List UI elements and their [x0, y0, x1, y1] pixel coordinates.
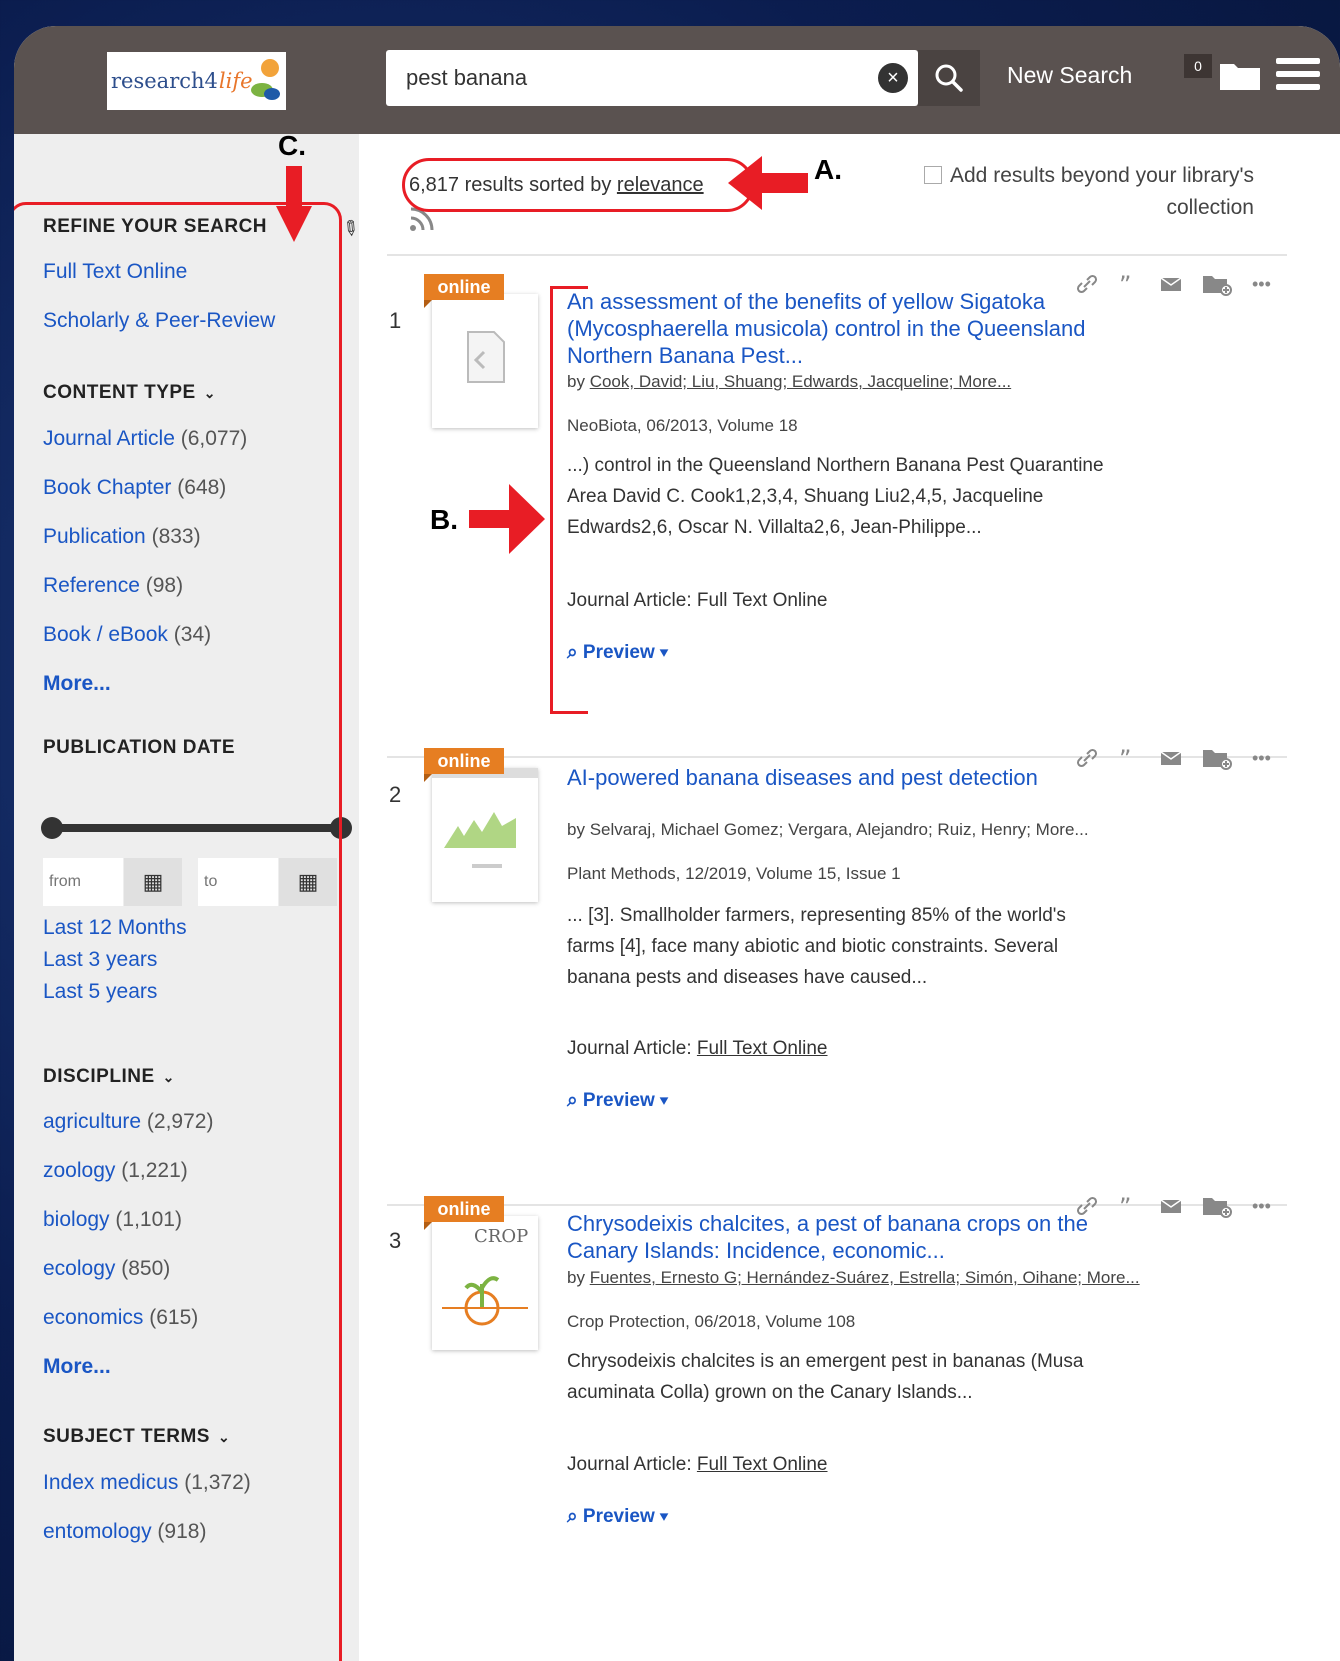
- result-title-link[interactable]: An assessment of the benefits of yellow …: [567, 288, 1107, 369]
- add-beyond-checkbox[interactable]: [924, 166, 942, 184]
- online-badge: online: [424, 748, 504, 782]
- access-link[interactable]: Full Text Online: [697, 1454, 828, 1475]
- search-input[interactable]: [386, 50, 878, 106]
- doctype-label: Journal Article:: [567, 1454, 692, 1475]
- authors-prefix: by: [567, 820, 585, 839]
- annotation-b-arrow-icon: [469, 484, 545, 554]
- annotation-a-arrow-icon: [728, 156, 808, 210]
- preview-label: Preview: [582, 642, 655, 663]
- access-label: Full Text Online: [696, 590, 828, 611]
- app-window: research4life × New Search 0: [14, 26, 1340, 1661]
- search-icon: [935, 64, 963, 92]
- clear-search-icon[interactable]: ×: [878, 63, 908, 93]
- add-beyond-label: Add results beyond your library's collec…: [950, 164, 1254, 219]
- annotation-c-box: [14, 202, 342, 1661]
- result-snippet: ...) control in the Queensland Northern …: [567, 455, 1104, 538]
- top-bar: research4life × New Search 0: [14, 26, 1340, 134]
- more-options-icon[interactable]: •••: [1252, 1196, 1271, 1217]
- save-to-folder-icon[interactable]: [1202, 746, 1232, 770]
- result-snippet: ... [3]. Smallholder farmers, representi…: [567, 905, 1066, 988]
- logo-mark-icon: [251, 59, 280, 100]
- result-doctype: Journal Article: Full Text Online: [567, 1038, 828, 1060]
- search-button[interactable]: [918, 50, 980, 106]
- result-rank: 2: [389, 782, 402, 807]
- crop-protection-cover-icon: CROP: [442, 1226, 528, 1326]
- annotation-a-label: A.: [814, 154, 842, 185]
- access-link[interactable]: Full Text Online: [697, 1038, 828, 1059]
- logo-text: research4: [111, 69, 218, 93]
- save-to-folder-icon[interactable]: [1202, 1194, 1232, 1218]
- result-thumbnail[interactable]: CROP: [432, 1216, 538, 1350]
- annotation-b-label: B.: [430, 504, 458, 535]
- research4life-logo[interactable]: research4 life: [107, 52, 286, 110]
- annotation-c-label: C.: [278, 130, 306, 161]
- author-links[interactable]: Fuentes, Ernesto G; Hernández-Suárez, Es…: [590, 1268, 1140, 1287]
- cite-icon[interactable]: ”: [1118, 1195, 1140, 1217]
- document-icon: [467, 331, 505, 383]
- email-icon[interactable]: [1160, 749, 1182, 767]
- result-rank: 1: [389, 308, 402, 333]
- add-beyond-collection[interactable]: Add results beyond your library's collec…: [874, 160, 1254, 224]
- journal-cover-icon: [432, 768, 538, 868]
- svg-text:CROP: CROP: [474, 1226, 528, 1247]
- annotation-a-box: [402, 158, 754, 212]
- result-publication-info: Plant Methods, 12/2019, Volume 15, Issue…: [567, 864, 901, 883]
- result-snippet: Chrysodeixis chalcites is an emergent pe…: [567, 1351, 1084, 1403]
- author-links[interactable]: Cook, David; Liu, Shuang; Edwards, Jacqu…: [590, 372, 1011, 391]
- save-to-folder-icon[interactable]: [1202, 272, 1232, 296]
- online-badge: online: [424, 1196, 504, 1230]
- svg-text:”: ”: [1119, 1195, 1131, 1217]
- email-icon[interactable]: [1160, 275, 1182, 293]
- authors-prefix: by: [567, 1268, 585, 1287]
- result-thumbnail[interactable]: [432, 294, 538, 428]
- cite-icon[interactable]: ”: [1118, 747, 1140, 769]
- author-links[interactable]: Selvaraj, Michael Gomez; Vergara, Alejan…: [590, 820, 1089, 839]
- result-publication-info: NeoBiota, 06/2013, Volume 18: [567, 416, 798, 435]
- search-box: ×: [386, 50, 918, 106]
- result-doctype: Journal Article: Full Text Online: [567, 1454, 828, 1476]
- result-doctype: Journal Article: Full Text Online: [567, 590, 828, 612]
- result-title-link[interactable]: Chrysodeixis chalcites, a pest of banana…: [567, 1210, 1107, 1264]
- result-authors: by Selvaraj, Michael Gomez; Vergara, Ale…: [567, 820, 1089, 840]
- svg-text:”: ”: [1119, 273, 1131, 295]
- online-badge: online: [424, 274, 504, 308]
- preview-label: Preview: [582, 1090, 655, 1111]
- svg-text:”: ”: [1119, 747, 1131, 769]
- result-authors: by Fuentes, Ernesto G; Hernández-Suárez,…: [567, 1268, 1140, 1288]
- doctype-label: Journal Article:: [567, 1038, 692, 1059]
- result-authors: by Cook, David; Liu, Shuang; Edwards, Ja…: [567, 372, 1011, 392]
- more-options-icon[interactable]: •••: [1252, 274, 1271, 295]
- result-rank: 3: [389, 1228, 402, 1253]
- preview-button[interactable]: ⌕ Preview ▾: [567, 1506, 668, 1528]
- new-search-link[interactable]: New Search: [1007, 62, 1132, 89]
- result-title-link[interactable]: AI-powered banana diseases and pest dete…: [567, 764, 1107, 791]
- annotation-c-arrow-icon: [276, 166, 312, 242]
- result-publication-info: Crop Protection, 06/2018, Volume 108: [567, 1312, 856, 1331]
- more-options-icon[interactable]: •••: [1252, 748, 1271, 769]
- hamburger-menu-icon[interactable]: [1276, 56, 1320, 92]
- annotation-b-box: [550, 286, 588, 714]
- saved-items-count: 0: [1184, 54, 1212, 78]
- cite-icon[interactable]: ”: [1118, 273, 1140, 295]
- result-thumbnail[interactable]: [432, 768, 538, 902]
- preview-label: Preview: [582, 1506, 655, 1527]
- email-icon[interactable]: [1160, 1197, 1182, 1215]
- preview-button[interactable]: ⌕ Preview ▾: [567, 1090, 668, 1112]
- divider: [387, 254, 1287, 256]
- folder-icon[interactable]: [1218, 58, 1262, 92]
